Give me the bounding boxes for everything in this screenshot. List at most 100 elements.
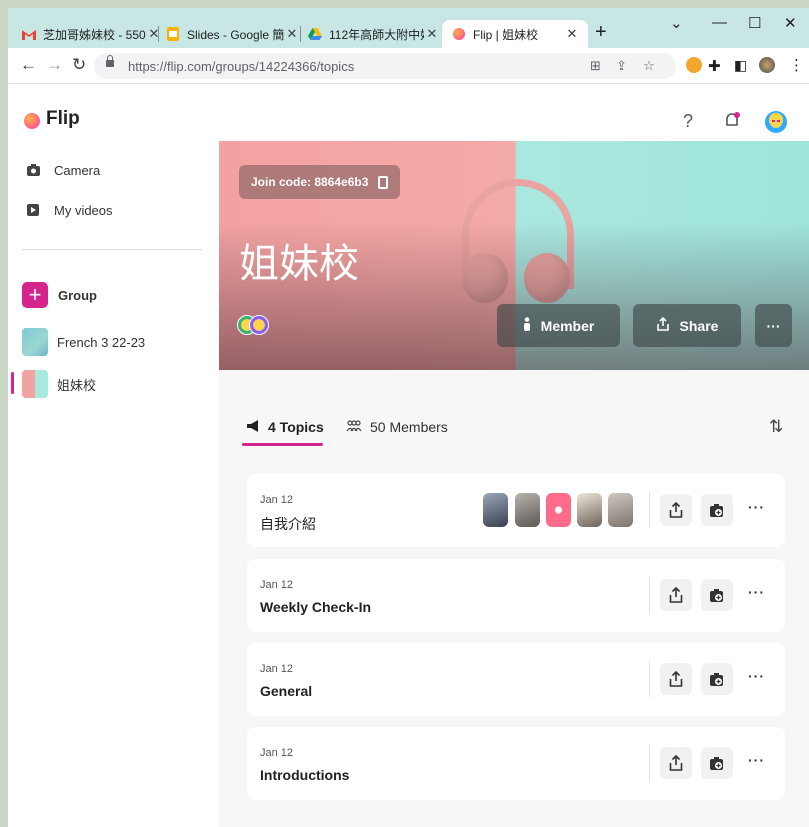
tab-title: Slides - Google 簡: [187, 27, 284, 42]
topic-date: Jan 12: [260, 579, 294, 591]
sidebar-divider: [22, 249, 202, 250]
user-avatar[interactable]: [765, 111, 787, 133]
join-code-text: Join code: 8864e6b3: [251, 175, 369, 189]
sort-icon[interactable]: ⇅: [769, 417, 783, 437]
group-tabs: 4 Topics 50 Members ⇅: [219, 370, 809, 450]
group-label: Group: [58, 287, 97, 303]
sidebar-item-label: French 3 22-23: [57, 334, 146, 350]
help-icon[interactable]: ?: [683, 111, 693, 132]
more-options-button[interactable]: ···: [755, 304, 792, 347]
extension-icon[interactable]: [686, 57, 702, 73]
sidebar-item-camera[interactable]: Camera: [8, 155, 219, 185]
share-icon: [656, 316, 670, 334]
sidebar-group-sister-school[interactable]: 姐妹校: [8, 369, 219, 399]
browser-tab-flip[interactable]: Flip | 姐妹校 ✕: [442, 20, 588, 48]
member-avatars[interactable]: [237, 315, 273, 337]
minimize-icon[interactable]: —: [712, 14, 727, 31]
menu-dots-icon[interactable]: ⋮: [789, 56, 804, 74]
sidebar-item-label: My videos: [54, 202, 113, 218]
share-topic-button[interactable]: [660, 663, 692, 695]
topic-date: Jan 12: [260, 494, 294, 506]
url-text: https://flip.com/groups/14224366/topics: [128, 59, 355, 74]
video-thumbnail[interactable]: [577, 493, 602, 527]
video-thumbnail[interactable]: [608, 493, 633, 527]
member-button[interactable]: Member: [497, 304, 620, 347]
sidebar-item-my-videos[interactable]: My videos: [8, 195, 219, 225]
topic-more-icon[interactable]: ···: [748, 752, 765, 768]
gmail-icon: [22, 27, 36, 41]
share-topic-button[interactable]: [660, 494, 692, 526]
group-title: 姐妹校: [239, 241, 359, 287]
person-icon: [523, 317, 531, 334]
flip-icon: [452, 27, 466, 41]
topic-more-icon[interactable]: ···: [748, 584, 765, 600]
join-code-button[interactable]: Join code: 8864e6b3: [239, 165, 401, 199]
profile-icon[interactable]: [759, 57, 775, 73]
forward-icon[interactable]: →: [46, 56, 63, 74]
topic-card[interactable]: Jan 12 自我介紹 ···: [247, 474, 785, 547]
topic-more-icon[interactable]: ···: [748, 499, 765, 515]
maximize-icon[interactable]: ☐: [748, 14, 761, 32]
flip-logo-icon[interactable]: [24, 113, 40, 129]
create-group-button[interactable]: + Group: [8, 279, 219, 311]
tab-title: 112年高師大附中姊: [329, 27, 424, 42]
google-slides-icon: [166, 27, 180, 41]
new-tab-icon[interactable]: +: [595, 22, 607, 42]
google-drive-icon: [308, 27, 322, 41]
tab-topics[interactable]: 4 Topics: [246, 419, 324, 435]
group-banner: Join code: 8864e6b3 姐妹校 Member Share ···: [219, 141, 809, 370]
video-thumbnail[interactable]: [515, 493, 540, 527]
share-topic-button[interactable]: [660, 579, 692, 611]
notifications-icon[interactable]: [723, 111, 741, 134]
sidebar: Camera My videos + Group French 3 22-23 …: [8, 141, 219, 827]
tab-search-icon[interactable]: ⌄: [670, 14, 683, 32]
close-window-icon[interactable]: ✕: [784, 14, 797, 32]
topic-date: Jan 12: [260, 747, 294, 759]
sidebar-group-french[interactable]: French 3 22-23: [8, 327, 219, 357]
translate-icon[interactable]: ⊞: [590, 58, 601, 74]
topic-card[interactable]: Jan 12 Weekly Check-In ···: [247, 559, 785, 632]
browser-tab-slides[interactable]: Slides - Google 簡 ✕: [166, 20, 300, 48]
brand-name[interactable]: Flip: [46, 108, 80, 130]
share-button[interactable]: Share: [633, 304, 741, 347]
puzzle-icon[interactable]: ✚: [708, 57, 721, 75]
sidebar-item-label: 姐妹校: [57, 377, 97, 393]
lock-icon: [106, 55, 114, 67]
record-video-button[interactable]: [701, 747, 733, 779]
share-page-icon[interactable]: ⇪: [616, 58, 627, 74]
close-tab-icon[interactable]: ✕: [564, 26, 580, 42]
browser-window: 芝加哥姊妹校 - 550 ✕ Slides - Google 簡 ✕ 112年高…: [8, 8, 809, 827]
tab-title: 芝加哥姊妹校 - 550: [43, 27, 146, 42]
browser-toolbar: ← → ↻ https://flip.com/groups/14224366/t…: [8, 48, 809, 84]
more-dots-icon: ···: [766, 317, 781, 334]
address-bar[interactable]: https://flip.com/groups/14224366/topics …: [94, 53, 676, 79]
video-thumbnail[interactable]: [546, 493, 571, 527]
bookmark-star-icon[interactable]: ☆: [643, 58, 655, 74]
side-panel-icon[interactable]: ◧: [734, 57, 747, 74]
record-video-button[interactable]: [701, 663, 733, 695]
close-tab-icon[interactable]: ✕: [424, 26, 440, 42]
plus-icon: +: [22, 282, 48, 308]
topic-more-icon[interactable]: ···: [748, 668, 765, 684]
tab-label: 50 Members: [370, 419, 448, 435]
record-video-button[interactable]: [701, 494, 733, 526]
topic-card[interactable]: Jan 12 General ···: [247, 643, 785, 716]
topic-name: 自我介紹: [260, 516, 316, 532]
topic-name: Weekly Check-In: [260, 599, 372, 615]
topic-card[interactable]: Jan 12 Introductions ···: [247, 727, 785, 800]
record-video-button[interactable]: [701, 579, 733, 611]
tab-underline: [242, 443, 323, 446]
video-icon: [26, 203, 40, 217]
topic-name: Introductions: [260, 767, 350, 783]
video-thumbnail[interactable]: [483, 493, 508, 527]
share-label: Share: [679, 317, 719, 334]
back-icon[interactable]: ←: [20, 56, 37, 74]
share-topic-button[interactable]: [660, 747, 692, 779]
close-tab-icon[interactable]: ✕: [146, 26, 162, 42]
close-tab-icon[interactable]: ✕: [284, 26, 300, 42]
browser-tab-gmail[interactable]: 芝加哥姊妹校 - 550 ✕: [22, 20, 162, 48]
tab-label: 4 Topics: [268, 419, 324, 435]
tab-members[interactable]: 50 Members: [346, 419, 448, 435]
reload-icon[interactable]: ↻: [72, 56, 86, 74]
browser-tab-drive[interactable]: 112年高師大附中姊 ✕: [308, 20, 440, 48]
